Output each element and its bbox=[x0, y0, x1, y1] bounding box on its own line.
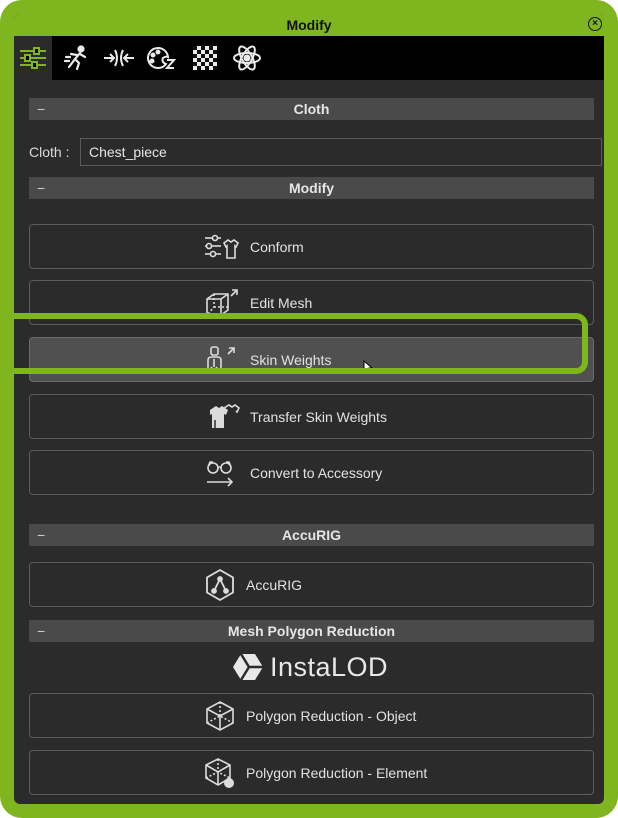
button-label: AccuRIG bbox=[246, 576, 303, 593]
morph-icon bbox=[104, 49, 134, 67]
button-label: Conform bbox=[250, 238, 304, 255]
accurig-button[interactable]: AccuRIG bbox=[29, 562, 594, 607]
section-header-accurig[interactable]: − AccuRIG bbox=[29, 524, 594, 546]
button-label: Polygon Reduction - Element bbox=[246, 764, 428, 781]
button-label: Edit Mesh bbox=[250, 294, 313, 311]
conform-button[interactable]: Conform bbox=[29, 224, 594, 269]
modify-panel: Modify × − Cloth Cloth: Chest_piece − M… bbox=[14, 14, 604, 804]
cloth-name-field[interactable]: Chest_piece bbox=[80, 138, 602, 166]
section-header-cloth[interactable]: − Cloth bbox=[29, 98, 594, 120]
collapse-icon[interactable]: − bbox=[37, 620, 45, 642]
polygon-element-icon bbox=[205, 757, 234, 788]
tab-modify[interactable] bbox=[14, 36, 52, 80]
material-icon bbox=[147, 46, 176, 69]
tab-texture[interactable] bbox=[186, 36, 224, 80]
section-title: Modify bbox=[288, 180, 335, 196]
section-header-modify[interactable]: − Modify bbox=[29, 177, 594, 199]
transfer-skin-weights-button[interactable]: Transfer Skin Weights bbox=[29, 394, 594, 439]
section-title: AccuRIG bbox=[281, 527, 342, 543]
transfer-skin-weights-icon bbox=[210, 403, 240, 428]
section-title: Mesh Polygon Reduction bbox=[227, 623, 396, 639]
title-bar: Modify × bbox=[14, 14, 604, 36]
convert-to-accessory-button[interactable]: Convert to Accessory bbox=[29, 450, 594, 495]
section-header-mesh-polygon-reduction[interactable]: − Mesh Polygon Reduction bbox=[29, 620, 594, 642]
tab-physics[interactable] bbox=[228, 36, 266, 80]
motion-icon bbox=[64, 45, 87, 71]
tab-morph[interactable] bbox=[100, 36, 138, 80]
convert-accessory-icon bbox=[207, 460, 234, 487]
instalod-logo: InstaLOD bbox=[232, 651, 388, 683]
button-label: Transfer Skin Weights bbox=[250, 408, 387, 425]
tab-motion[interactable] bbox=[58, 36, 96, 80]
skin-weights-highlight bbox=[2, 313, 588, 374]
cloth-field-row: Cloth : Chest_piece bbox=[29, 138, 602, 166]
polygon-reduction-object-button[interactable]: Polygon Reduction - Object bbox=[29, 693, 594, 738]
close-icon[interactable]: × bbox=[588, 17, 602, 31]
section-title: Cloth bbox=[293, 101, 330, 117]
cloth-label: Cloth : bbox=[29, 144, 70, 160]
collapse-icon[interactable]: − bbox=[37, 98, 45, 120]
polygon-reduction-element-button[interactable]: Polygon Reduction - Element bbox=[29, 750, 594, 795]
instalod-logo-icon bbox=[233, 653, 263, 681]
physics-atom-icon bbox=[233, 45, 261, 71]
collapse-icon[interactable]: − bbox=[37, 177, 45, 199]
polygon-object-icon bbox=[206, 700, 234, 731]
accurig-icon bbox=[206, 568, 234, 601]
window-title: Modify bbox=[286, 17, 332, 33]
conform-icon bbox=[205, 234, 240, 259]
collapse-icon[interactable]: − bbox=[37, 524, 45, 546]
button-label: Polygon Reduction - Object bbox=[246, 707, 417, 724]
tab-bar bbox=[14, 36, 604, 80]
sliders-icon bbox=[20, 47, 46, 69]
texture-checker-icon bbox=[193, 46, 217, 70]
button-label: Convert to Accessory bbox=[250, 464, 383, 481]
instalod-logo-text: InstaLOD bbox=[270, 651, 389, 682]
tab-material[interactable] bbox=[142, 36, 180, 80]
